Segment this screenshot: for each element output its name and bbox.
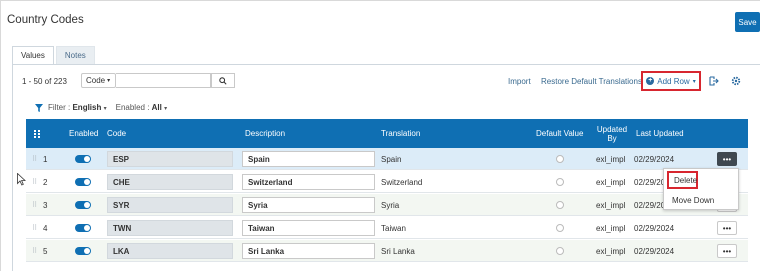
- grip-all-icon: [34, 119, 40, 148]
- search-field-select-label: Code: [86, 76, 106, 85]
- table-row[interactable]: ⠿ 2 CHE Switzerland Switzerland exl_impl 02/29…: [26, 171, 748, 193]
- table-header: Enabled Code Description Translation Def…: [26, 119, 748, 148]
- code-field: SYR: [107, 197, 233, 213]
- row-actions-button[interactable]: •••: [717, 244, 737, 258]
- add-row-label: Add Row: [657, 76, 690, 86]
- code-field: ESP: [107, 151, 233, 167]
- header-updated-by[interactable]: Updated By: [596, 119, 628, 148]
- description-field[interactable]: Spain: [242, 151, 375, 167]
- default-value-radio[interactable]: [556, 155, 564, 163]
- header-description[interactable]: Description: [245, 119, 285, 148]
- result-count: 1 - 50 of 223: [22, 77, 67, 86]
- caret-down-icon: ▾: [107, 78, 111, 84]
- table-row[interactable]: ⠿3SYRSyriaSyriaexl_impl02/29/20•••: [26, 194, 748, 216]
- header-code[interactable]: Code: [107, 119, 126, 148]
- default-value-radio[interactable]: [556, 201, 564, 209]
- tab-bar: Values Notes: [12, 46, 95, 65]
- enabled-toggle[interactable]: [75, 201, 91, 209]
- drag-handle-icon[interactable]: ⠿: [32, 201, 37, 209]
- gear-icon[interactable]: [730, 75, 742, 87]
- row-number: 4: [43, 223, 48, 233]
- row-number: 1: [43, 154, 48, 164]
- updated-by-text: exl_impl: [596, 200, 626, 210]
- enabled-toggle[interactable]: [75, 178, 91, 186]
- menu-item-delete[interactable]: Delete: [667, 171, 698, 189]
- description-field[interactable]: Sri Lanka: [242, 243, 375, 259]
- description-field[interactable]: Switzerland: [242, 174, 375, 190]
- row-actions-button[interactable]: •••: [717, 152, 737, 166]
- page-title: Country Codes: [7, 14, 84, 26]
- export-icon[interactable]: [708, 75, 720, 87]
- default-value-radio[interactable]: [556, 247, 564, 255]
- row-number: 5: [43, 246, 48, 256]
- description-field[interactable]: Taiwan: [242, 220, 375, 236]
- row-actions-button[interactable]: •••: [717, 221, 737, 235]
- updated-by-text: exl_impl: [596, 177, 626, 187]
- updated-by-text: exl_impl: [596, 223, 626, 233]
- drag-handle-icon[interactable]: ⠿: [32, 178, 37, 186]
- last-updated-text: 02/29/2024: [634, 223, 675, 233]
- enabled-toggle[interactable]: [75, 155, 91, 163]
- add-row-button[interactable]: + Add Row ▾: [641, 71, 701, 91]
- last-updated-text: 02/29/20: [634, 177, 666, 187]
- code-field: CHE: [107, 174, 233, 190]
- tab-values[interactable]: Values: [12, 46, 54, 65]
- header-translation[interactable]: Translation: [381, 119, 420, 148]
- drag-handle-icon[interactable]: ⠿: [32, 247, 37, 255]
- table-row[interactable]: ⠿ 1 ESP Spain Spain exl_impl 02/29/2024 •••: [26, 148, 748, 170]
- mouse-cursor-icon: [17, 173, 26, 186]
- code-field: LKA: [107, 243, 233, 259]
- enabled-toggle[interactable]: [75, 247, 91, 255]
- menu-item-move-down[interactable]: Move Down: [672, 193, 714, 207]
- plus-circle-icon: +: [646, 77, 655, 85]
- last-updated-text: 02/29/2024: [634, 154, 675, 164]
- enabled-toggle[interactable]: [75, 224, 91, 232]
- funnel-icon: [35, 103, 43, 112]
- drag-handle-icon[interactable]: ⠿: [32, 155, 37, 163]
- header-default-value[interactable]: Default Value: [536, 119, 583, 148]
- caret-down-icon: ▾: [692, 78, 696, 85]
- tab-notes[interactable]: Notes: [55, 46, 95, 65]
- search-button[interactable]: [211, 73, 235, 88]
- search-input[interactable]: [116, 73, 211, 88]
- code-field: TWN: [107, 220, 233, 236]
- table-row[interactable]: ⠿ 4 TWN Taiwan Taiwan exl_impl 02/29/2024 •••: [26, 217, 748, 239]
- save-button[interactable]: Save: [735, 12, 760, 32]
- row-number: 2: [43, 177, 48, 187]
- translation-text: Taiwan: [381, 223, 406, 233]
- last-updated-text: 02/29/2024: [634, 246, 675, 256]
- default-value-radio[interactable]: [556, 178, 564, 186]
- header-last-updated[interactable]: Last Updated: [636, 119, 684, 148]
- filter-bar: Filter : English ▾ Enabled : All ▾: [35, 103, 167, 112]
- default-value-radio[interactable]: [556, 224, 564, 232]
- enabled-filter[interactable]: Enabled : All ▾: [116, 103, 168, 112]
- search-icon: [219, 76, 227, 85]
- table-row[interactable]: ⠿ 5 LKA Sri Lanka Sri Lanka exl_impl 02/29/202…: [26, 240, 748, 262]
- header-enabled[interactable]: Enabled: [69, 119, 98, 148]
- updated-by-text: exl_impl: [596, 246, 626, 256]
- last-updated-text: 02/29/20: [634, 200, 666, 210]
- translation-text: Spain: [381, 154, 402, 164]
- translation-text: Switzerland: [381, 177, 423, 187]
- description-field[interactable]: Syria: [242, 197, 375, 213]
- row-actions-menu: Delete Move Down: [663, 168, 739, 210]
- import-link[interactable]: Import: [508, 77, 531, 86]
- translation-text: Syria: [381, 200, 400, 210]
- row-number: 3: [43, 200, 48, 210]
- drag-handle-icon[interactable]: ⠿: [32, 224, 37, 232]
- language-filter[interactable]: Filter : English ▾: [48, 103, 107, 112]
- translation-text: Sri Lanka: [381, 246, 415, 256]
- search-field-select[interactable]: Code ▾: [81, 73, 116, 88]
- restore-default-translations-link[interactable]: Restore Default Translations: [541, 77, 642, 86]
- updated-by-text: exl_impl: [596, 154, 626, 164]
